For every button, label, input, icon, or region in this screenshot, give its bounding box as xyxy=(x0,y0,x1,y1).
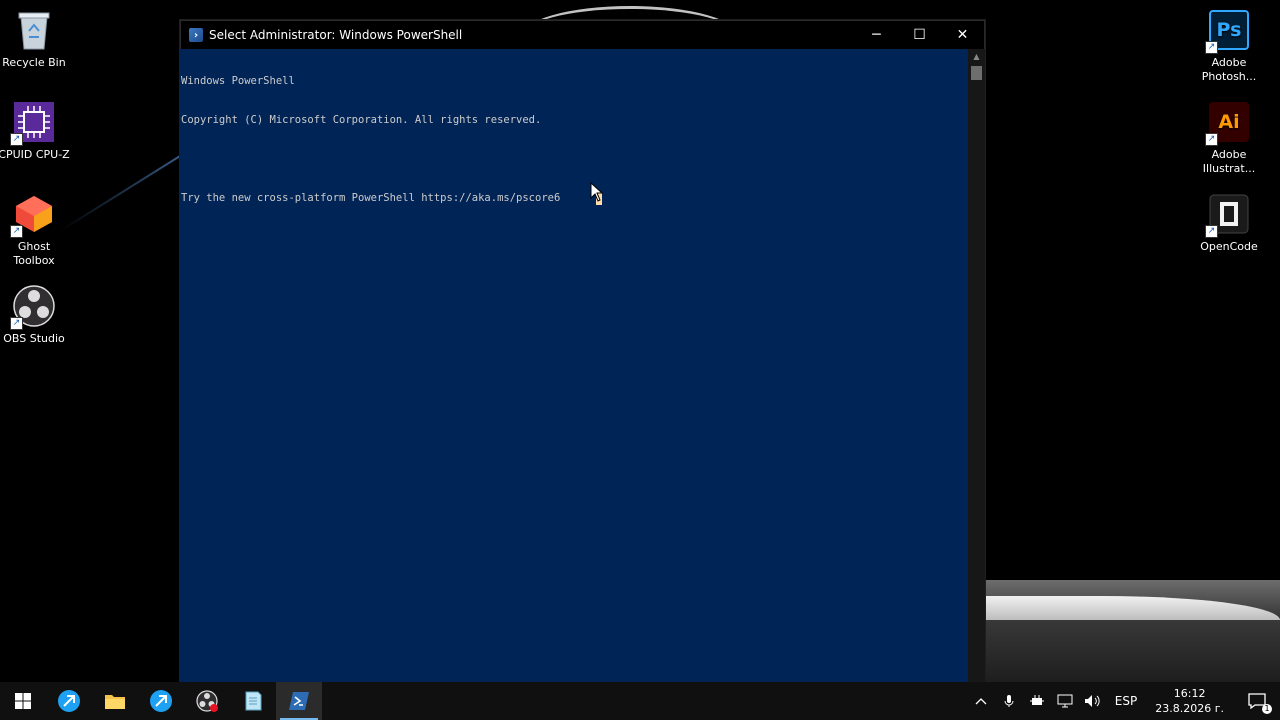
desktop-icon-label: OpenCode xyxy=(1200,240,1258,253)
shortcut-arrow-icon: ↗ xyxy=(10,317,23,330)
desktop-icon-label: Ghost Toolbox xyxy=(13,240,55,267)
obs-studio-icon: ↗ xyxy=(10,284,56,330)
console-line: Copyright (C) Microsoft Corporation. All… xyxy=(181,114,542,126)
shortcut-arrow-icon: ↗ xyxy=(10,225,23,238)
folder-icon xyxy=(105,695,125,709)
desktop-icon-label: OBS Studio xyxy=(3,332,65,345)
minimize-button[interactable]: ─ xyxy=(855,21,898,49)
desktop-icon-ghost-toolbox[interactable]: ↗ Ghost Toolbox xyxy=(0,192,70,268)
powershell-window[interactable]: › Select Administrator: Windows PowerShe… xyxy=(180,20,985,682)
clock-date: 23.8.2026 г. xyxy=(1155,702,1224,715)
taskbar-powershell-button[interactable] xyxy=(276,682,322,720)
desktop-icon-illustrator[interactable]: Ai ↗ Adobe Illustrat... xyxy=(1193,100,1265,176)
console-line: Windows PowerShell xyxy=(181,75,295,87)
obs-icon xyxy=(196,690,218,712)
clock-time: 16:12 xyxy=(1173,687,1206,700)
desktop-icon-label: CPUID CPU-Z xyxy=(0,148,70,161)
taskbar-browser-button-2[interactable] xyxy=(138,682,184,720)
desktop-icon-label: Adobe Photosh... xyxy=(1201,56,1257,83)
action-center-button[interactable]: 1 xyxy=(1234,682,1280,720)
desktop-icon-obs-studio[interactable]: ↗ OBS Studio xyxy=(0,284,70,346)
console-line-prompt: Try the new cross-platform PowerShell ht… xyxy=(181,192,969,205)
shortcut-arrow-icon: ↗ xyxy=(1205,133,1218,146)
browser-icon xyxy=(150,690,172,712)
microphone-icon[interactable] xyxy=(995,682,1023,720)
opencode-icon: ↗ xyxy=(1205,192,1251,238)
input-language[interactable]: ESP xyxy=(1107,682,1145,720)
desktop-icon-label: Adobe Illustrat... xyxy=(1202,148,1256,175)
window-titlebar[interactable]: › Select Administrator: Windows PowerShe… xyxy=(180,20,985,49)
desktop-icon-photoshop[interactable]: Ps ↗ Adobe Photosh... xyxy=(1193,8,1265,84)
taskbar-file-explorer-button[interactable] xyxy=(92,682,138,720)
scrollbar-thumb[interactable] xyxy=(971,66,982,80)
powershell-icon: › xyxy=(189,28,203,42)
close-button[interactable]: ✕ xyxy=(941,21,984,49)
start-button[interactable] xyxy=(0,682,46,720)
shortcut-arrow-icon: ↗ xyxy=(1205,41,1218,54)
desktop-icon-recycle-bin[interactable]: Recycle Bin xyxy=(0,8,70,70)
power-plug-icon[interactable] xyxy=(1023,682,1051,720)
system-tray: ESP 16:12 23.8.2026 г. 1 xyxy=(967,682,1280,720)
taskbar: ESP 16:12 23.8.2026 г. 1 xyxy=(0,682,1280,720)
cpu-z-icon: ↗ xyxy=(10,100,56,146)
console-scrollbar[interactable]: ▲ xyxy=(968,49,985,682)
notepad-icon xyxy=(245,691,262,711)
maximize-button[interactable]: ☐ xyxy=(898,21,941,49)
powershell-icon xyxy=(289,692,309,710)
desktop-icon-label: Recycle Bin xyxy=(2,56,66,69)
desktop-icon-cpu-z[interactable]: ↗ CPUID CPU-Z xyxy=(0,100,70,162)
browser-icon xyxy=(58,690,80,712)
notification-count-badge: 1 xyxy=(1262,704,1272,714)
scroll-up-arrow-icon[interactable]: ▲ xyxy=(968,49,985,65)
taskbar-notepad-button[interactable] xyxy=(230,682,276,720)
illustrator-icon: Ai ↗ xyxy=(1205,100,1251,146)
volume-icon[interactable] xyxy=(1079,682,1107,720)
show-hidden-icons-chevron-icon[interactable] xyxy=(967,682,995,720)
network-icon[interactable] xyxy=(1051,682,1079,720)
taskbar-browser-button[interactable] xyxy=(46,682,92,720)
desktop-icon-opencode[interactable]: ↗ OpenCode xyxy=(1193,192,1265,254)
console-output[interactable]: Windows PowerShell Copyright (C) Microso… xyxy=(180,49,969,682)
ghost-toolbox-icon: ↗ xyxy=(10,192,56,238)
photoshop-icon: Ps ↗ xyxy=(1205,8,1251,54)
clock[interactable]: 16:12 23.8.2026 г. xyxy=(1145,682,1234,720)
shortcut-arrow-icon: ↗ xyxy=(10,133,23,146)
console-line: Try the new cross-platform PowerShell ht… xyxy=(181,192,561,204)
mouse-pointer-icon xyxy=(590,182,604,202)
recycle-bin-icon xyxy=(12,8,56,52)
shortcut-arrow-icon: ↗ xyxy=(1205,225,1218,238)
taskbar-obs-button[interactable] xyxy=(184,682,230,720)
wallpaper-streak xyxy=(59,150,188,232)
windows-logo-icon xyxy=(15,693,31,709)
window-title: Select Administrator: Windows PowerShell xyxy=(209,28,463,42)
